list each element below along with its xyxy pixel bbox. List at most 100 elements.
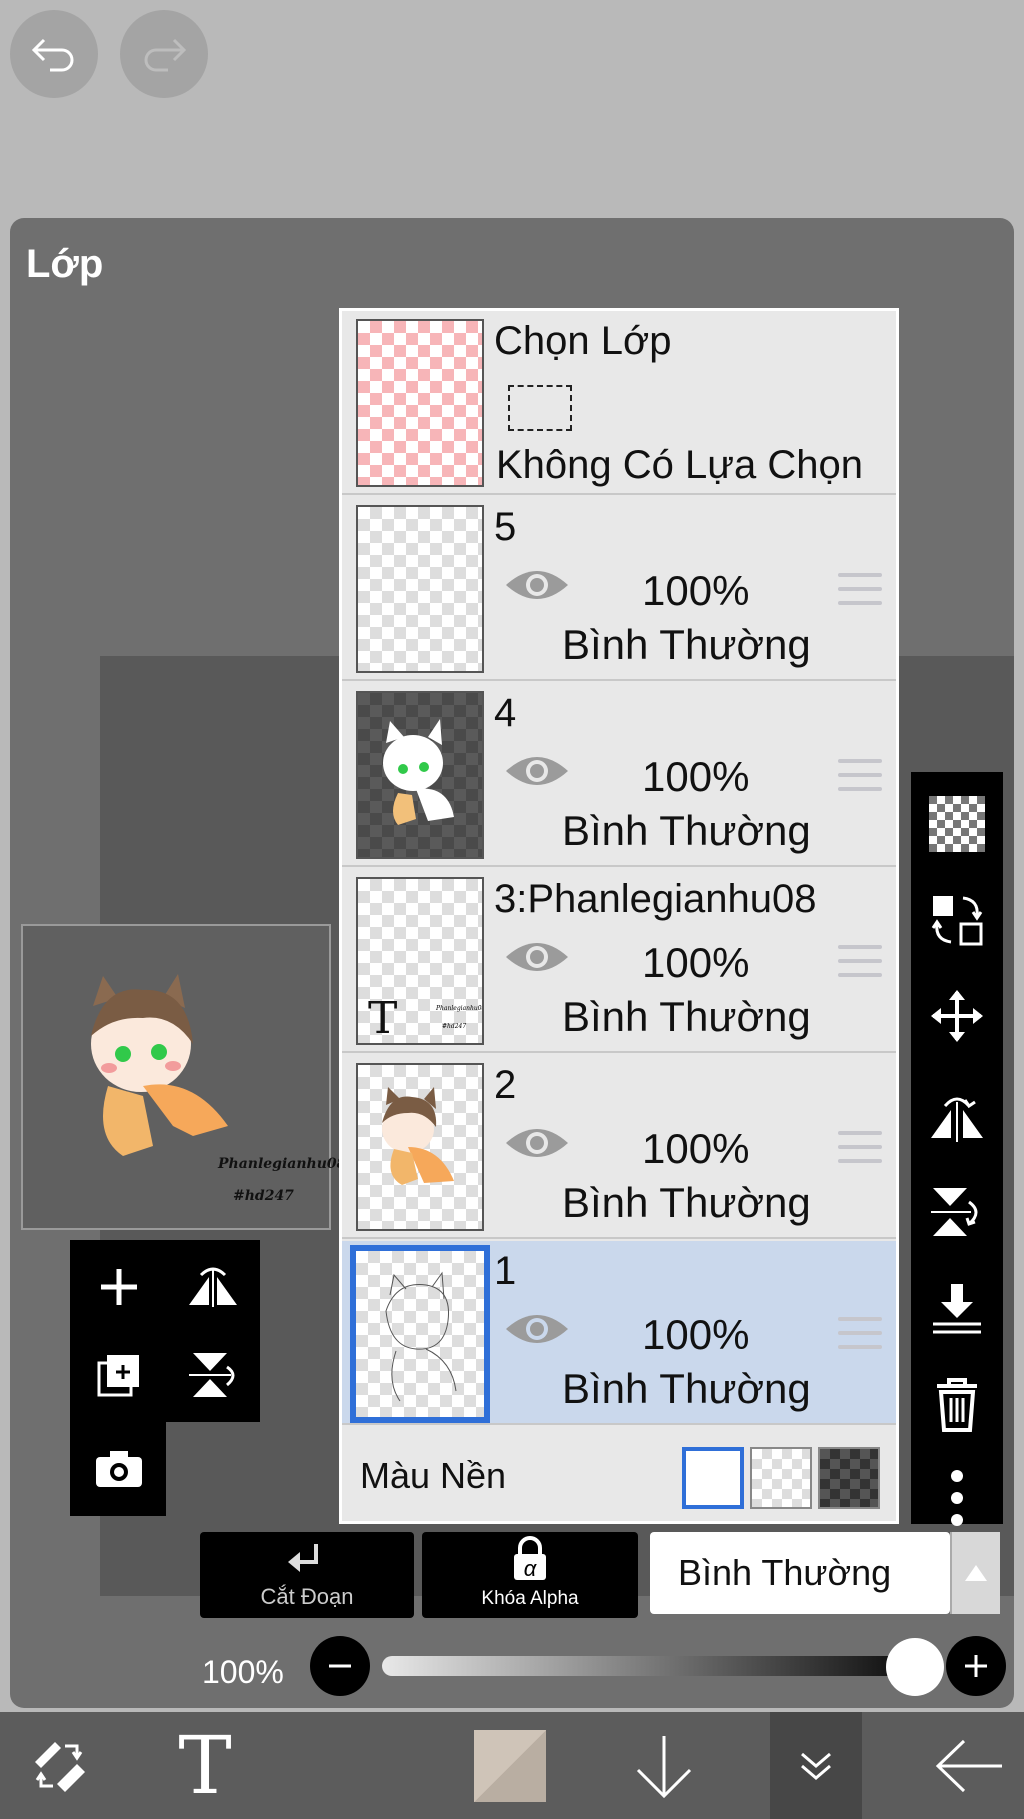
eye-icon[interactable] [504, 1309, 570, 1349]
layer-blend-mode: Bình Thường [562, 993, 811, 1040]
layer-row[interactable]: 2 100% Bình Thường [342, 1055, 896, 1239]
preview-signature-tag: #hd247 [233, 1188, 294, 1204]
drag-handle-icon[interactable] [838, 1317, 882, 1359]
delete-layer-button[interactable] [911, 1358, 1003, 1450]
eye-icon[interactable] [504, 751, 570, 791]
layer-down-button[interactable] [624, 1712, 704, 1819]
drag-handle-icon[interactable] [838, 945, 882, 987]
transparency-button[interactable] [911, 778, 1003, 870]
layer-opacity: 100% [642, 753, 750, 800]
bg-dark-swatch[interactable] [818, 1447, 880, 1509]
opacity-label: 100% [202, 1654, 284, 1690]
swap-icon [931, 896, 983, 946]
selection-layer-row[interactable]: Chọn Lớp Không Có Lựa Chọn [342, 311, 896, 495]
redo-icon [144, 38, 187, 72]
color-swatch-button[interactable] [470, 1712, 550, 1819]
drag-handle-icon[interactable] [838, 759, 882, 801]
opacity-increase-button[interactable] [946, 1636, 1006, 1696]
merge-down-icon [933, 1284, 981, 1334]
layer-name: 5 [494, 505, 517, 549]
opacity-decrease-button[interactable] [310, 1636, 370, 1696]
redo-button[interactable] [120, 10, 208, 98]
camera-button[interactable] [74, 1424, 164, 1514]
plus-icon [101, 1269, 137, 1305]
layer-row[interactable]: 5 100% Bình Thường [342, 497, 896, 681]
drag-handle-icon[interactable] [838, 573, 882, 615]
clipping-label: Cắt Đoạn [260, 1584, 354, 1609]
double-chevron-down-icon [801, 1752, 831, 1780]
flip-horizontal-icon [931, 1097, 983, 1142]
brush-eraser-toggle[interactable] [14, 1712, 104, 1819]
more-options-button[interactable] [911, 1452, 1003, 1544]
layers-panel-toggle[interactable] [770, 1712, 862, 1819]
color-swatch [474, 1729, 546, 1802]
thumb-signature-tag: #hd247 [442, 1023, 467, 1030]
blend-mode-toggle[interactable] [950, 1532, 1000, 1614]
plus-icon [965, 1655, 987, 1677]
layer-row-selected[interactable]: 1 100% Bình Thường [342, 1241, 896, 1425]
opacity-slider-thumb[interactable] [886, 1638, 944, 1696]
layer-blend-mode: Bình Thường [562, 807, 811, 854]
layer-opacity: 100% [642, 567, 750, 614]
panel-title: Lớp [26, 242, 104, 286]
trash-icon [937, 1378, 977, 1432]
arrow-left-icon [935, 1739, 1002, 1792]
opacity-slider[interactable] [382, 1656, 942, 1676]
flip-horizontal-icon [189, 1267, 237, 1307]
canvas-preview[interactable]: Phanlegianhu08 #hd247 [21, 924, 346, 1230]
merge-down-button[interactable] [911, 1262, 1003, 1354]
layer-panel: Lớp Phanlegianhu08 #hd247 Chọn Lớp Không… [10, 218, 1014, 1708]
layer-row[interactable]: T Phanlegianhu08 #hd247 3:Phanlegianhu08… [342, 869, 896, 1053]
more-vertical-icon [951, 1470, 963, 1526]
selection-frame-icon [508, 385, 572, 431]
text-layer-glyph: T [368, 993, 398, 1044]
flip-horizontal-right-button[interactable] [911, 1070, 1003, 1162]
move-button[interactable] [911, 970, 1003, 1062]
drag-handle-icon[interactable] [838, 1131, 882, 1173]
eye-icon[interactable] [504, 565, 570, 605]
layer-name: 1 [494, 1249, 517, 1293]
flip-horizontal-button[interactable] [168, 1242, 258, 1332]
bg-transparent-swatch[interactable] [750, 1447, 812, 1509]
selection-thumbnail [356, 319, 484, 487]
alpha-lock-button[interactable]: α Khóa Alpha [422, 1532, 638, 1618]
selection-title: Chọn Lớp [494, 319, 672, 363]
layer-opacity: 100% [642, 1125, 750, 1172]
eye-icon[interactable] [504, 937, 570, 977]
layer-thumbnail [356, 691, 484, 859]
thumb-signature-name: Phanlegianhu08 [436, 1005, 484, 1012]
blend-mode-select[interactable]: Bình Thường [650, 1532, 950, 1614]
swap-layer-button[interactable] [911, 874, 1003, 966]
camera-icon [96, 1451, 142, 1487]
selection-status: Không Có Lựa Chọn [496, 443, 864, 487]
layer-thumbnail: T Phanlegianhu08 #hd247 [356, 877, 484, 1045]
eye-icon[interactable] [504, 1123, 570, 1163]
clipping-button[interactable]: Cắt Đoạn [200, 1532, 414, 1618]
flip-vertical-right-button[interactable] [911, 1166, 1003, 1258]
text-tool-button[interactable]: T [160, 1712, 250, 1819]
bg-white-swatch[interactable] [682, 1447, 744, 1509]
layer-opacity: 100% [642, 939, 750, 986]
minus-icon [329, 1664, 351, 1668]
blend-mode-value: Bình Thường [678, 1552, 892, 1593]
layer-thumbnail [350, 1245, 490, 1423]
flip-vertical-button[interactable] [168, 1330, 258, 1420]
layer-name: 2 [494, 1063, 517, 1107]
undo-button[interactable] [10, 10, 98, 98]
layer-name: 3:Phanlegianhu08 [494, 877, 817, 921]
flip-vertical-icon [189, 1353, 235, 1397]
text-tool-icon: T [178, 1719, 232, 1812]
checker-icon [929, 796, 985, 852]
character-colored [382, 1087, 454, 1185]
brush-eraser-icon [35, 1741, 85, 1792]
back-button[interactable] [924, 1712, 1014, 1819]
duplicate-layer-button[interactable] [74, 1330, 164, 1420]
alpha-lock-label: Khóa Alpha [481, 1588, 579, 1609]
add-layer-button[interactable] [74, 1242, 164, 1332]
line-sketch [385, 1271, 457, 1402]
alpha-symbol: α [523, 1556, 537, 1581]
layer-row[interactable]: 4 100% Bình Thường [342, 683, 896, 867]
layer-blend-mode: Bình Thường [562, 621, 811, 668]
bottom-toolbar: T [0, 1712, 1024, 1819]
duplicate-icon [97, 1355, 139, 1397]
